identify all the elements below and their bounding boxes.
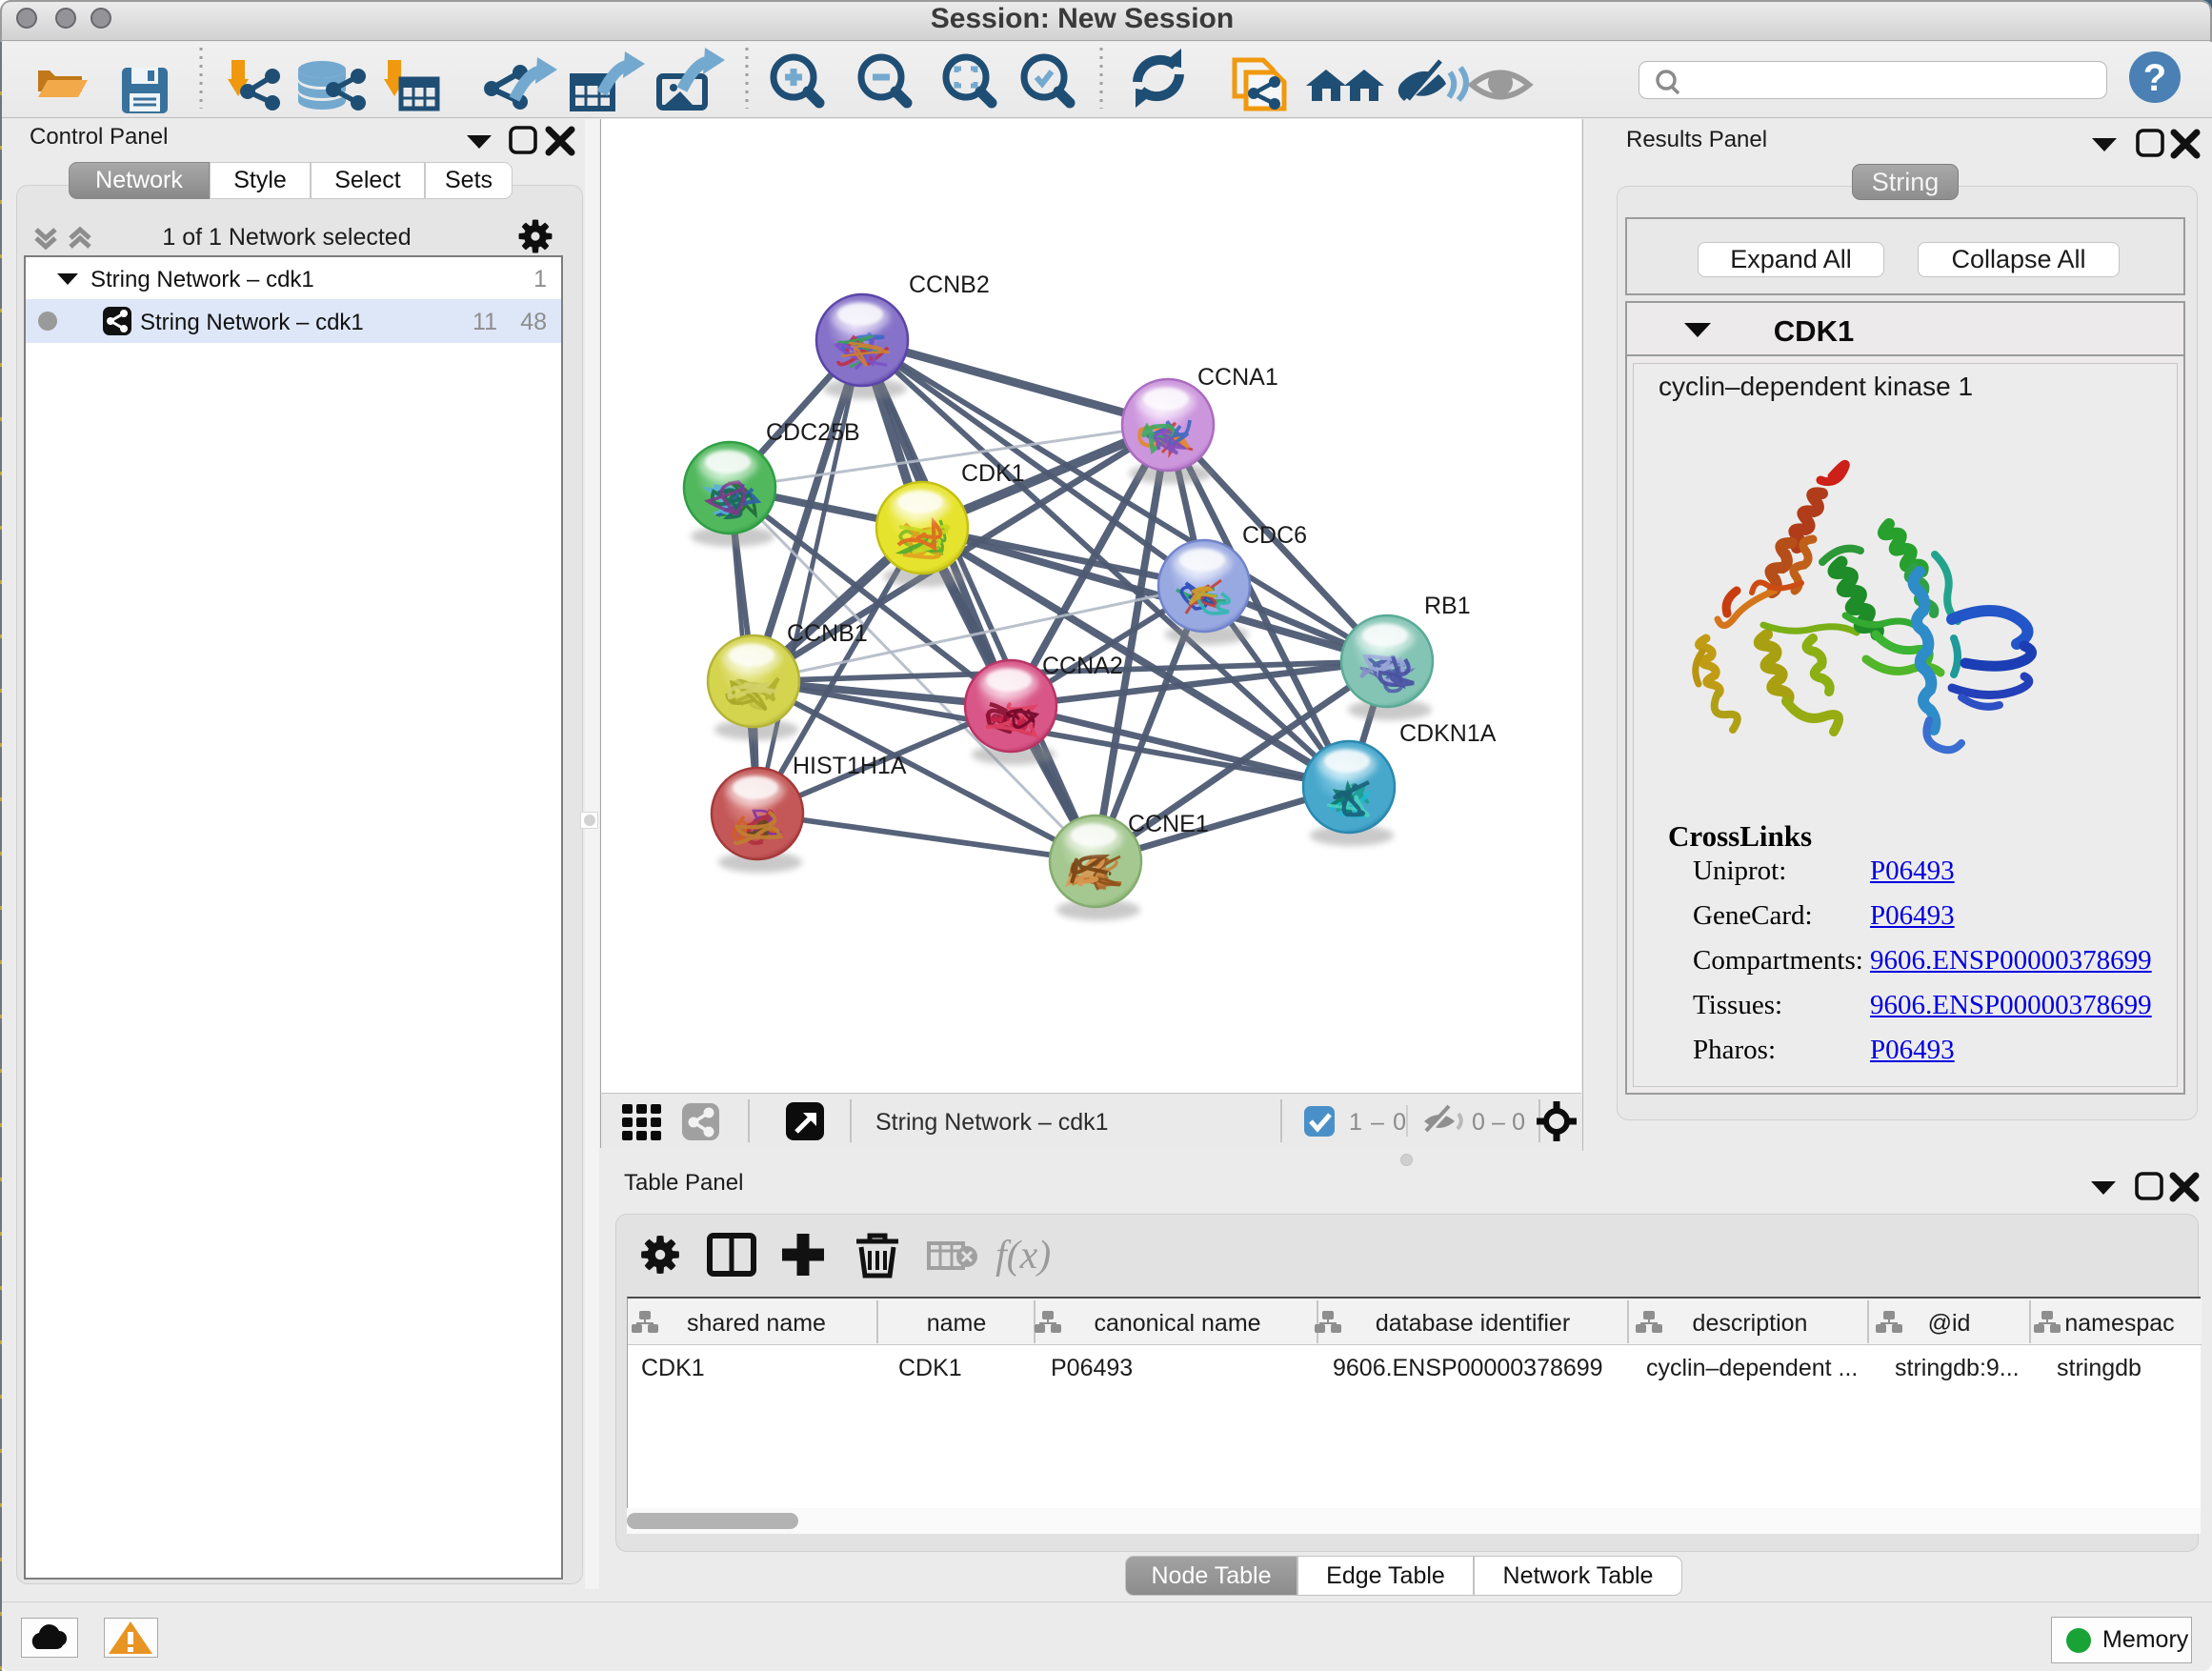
svg-text:9606.ENSP00000378699: 9606.ENSP00000378699 xyxy=(1333,1355,1603,1381)
svg-text:CDK1: CDK1 xyxy=(1774,314,1854,348)
svg-text:canonical name: canonical name xyxy=(1094,1310,1260,1337)
svg-text:String Network – cdk1: String Network – cdk1 xyxy=(140,310,364,335)
svg-text:shared name: shared name xyxy=(687,1310,826,1337)
svg-text:1 – 0: 1 – 0 xyxy=(1349,1109,1406,1136)
svg-text:cyclin–dependent ...: cyclin–dependent ... xyxy=(1646,1355,1858,1381)
svg-text:11: 11 xyxy=(473,309,497,335)
svg-text:P06493: P06493 xyxy=(1051,1355,1133,1381)
svg-text:@id: @id xyxy=(1928,1310,1971,1337)
svg-text:stringdb:9...: stringdb:9... xyxy=(1895,1355,2020,1381)
svg-text:stringdb: stringdb xyxy=(2057,1355,2142,1381)
svg-text:CDC25B: CDC25B xyxy=(766,419,860,446)
svg-text:f(x): f(x) xyxy=(995,1234,1051,1278)
svg-text:description: description xyxy=(1693,1310,1808,1337)
svg-text:0 – 0: 0 – 0 xyxy=(1472,1109,1525,1136)
svg-text:CCNE1: CCNE1 xyxy=(1128,811,1209,837)
svg-text:48: 48 xyxy=(520,309,547,335)
svg-text:CDC6: CDC6 xyxy=(1242,522,1307,549)
svg-text:1 of 1 Network selected: 1 of 1 Network selected xyxy=(162,224,411,251)
svg-text:CCNB2: CCNB2 xyxy=(909,272,990,298)
svg-text:CCNA1: CCNA1 xyxy=(1197,364,1278,391)
svg-text:database identifier: database identifier xyxy=(1376,1310,1570,1337)
svg-text:CCNB1: CCNB1 xyxy=(787,620,868,647)
svg-text:CDKN1A: CDKN1A xyxy=(1399,720,1497,747)
svg-text:CDK1: CDK1 xyxy=(961,460,1025,487)
svg-text:String Network – cdk1: String Network – cdk1 xyxy=(90,267,314,292)
svg-text:name: name xyxy=(927,1310,987,1337)
svg-text:?: ? xyxy=(2143,57,2166,99)
svg-text:namespac: namespac xyxy=(2064,1310,2174,1337)
svg-text:CDK1: CDK1 xyxy=(641,1355,705,1381)
svg-text:String Network – cdk1: String Network – cdk1 xyxy=(875,1109,1109,1136)
svg-text:CCNA2: CCNA2 xyxy=(1042,653,1123,679)
svg-text:1: 1 xyxy=(533,266,547,292)
svg-text:CDK1: CDK1 xyxy=(898,1355,962,1381)
svg-text:HIST1H1A: HIST1H1A xyxy=(793,753,907,779)
svg-text:RB1: RB1 xyxy=(1424,593,1471,619)
